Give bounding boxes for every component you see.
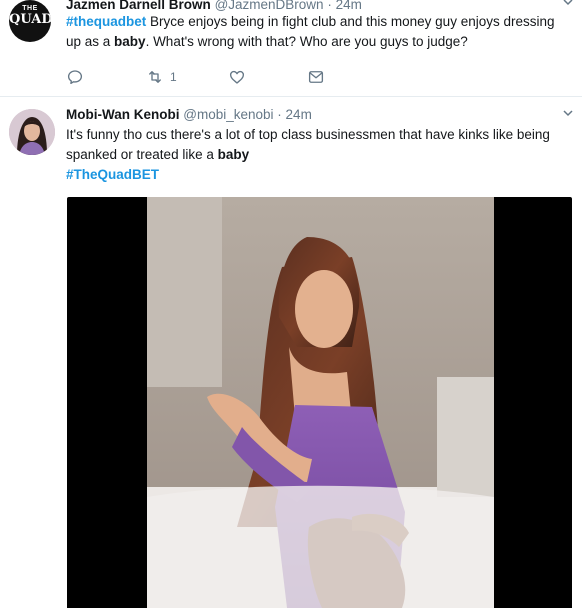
embedded-media[interactable]	[67, 197, 572, 608]
direct-message-button[interactable]	[307, 67, 325, 87]
tweet-header: Jazmen Darnell Brown @JazmenDBrown · 24m	[66, 0, 362, 12]
media-scene	[147, 197, 494, 608]
chevron-down-icon[interactable]	[562, 107, 574, 122]
tweet-text-segment: It's funny tho cus there's a lot of top …	[66, 127, 550, 162]
tweet[interactable]: Mobi-Wan Kenobi @mobi_kenobi · 24m It's …	[0, 97, 582, 608]
avatar[interactable]: THE QUAD	[9, 0, 51, 42]
author-handle[interactable]: @JazmenDBrown	[215, 0, 324, 12]
author-handle[interactable]: @mobi_kenobi	[183, 107, 273, 122]
logo-small-text: THE	[22, 5, 38, 12]
retweet-button[interactable]: 1	[146, 67, 177, 87]
tweet-text: It's funny tho cus there's a lot of top …	[66, 125, 571, 185]
woman-in-purple-dress-image	[147, 197, 494, 608]
author-name[interactable]: Mobi-Wan Kenobi	[66, 107, 179, 122]
tweet-header: Mobi-Wan Kenobi @mobi_kenobi · 24m	[66, 107, 312, 122]
reply-button[interactable]	[66, 67, 84, 87]
author-name[interactable]: Jazmen Darnell Brown	[66, 0, 211, 12]
direct-message-icon	[308, 71, 324, 83]
avatar[interactable]	[9, 109, 55, 155]
logo-main-text: QUAD	[9, 12, 51, 27]
separator-dot: ·	[327, 0, 332, 12]
retweet-icon	[149, 71, 161, 83]
like-icon	[229, 70, 245, 84]
tweet-actions: 1	[66, 67, 366, 87]
tweet-text: #thequadbet Bryce enjoys being in fight …	[66, 12, 566, 52]
bold-keyword: baby	[217, 147, 250, 162]
quad-logo: THE QUAD	[9, 0, 51, 42]
chevron-down-icon[interactable]	[562, 0, 574, 11]
hashtag-link[interactable]: #TheQuadBET	[66, 167, 159, 182]
retweet-count: 1	[170, 70, 177, 84]
hashtag-link[interactable]: #thequadbet	[66, 14, 146, 29]
reply-icon	[67, 70, 83, 85]
like-button[interactable]	[228, 67, 246, 87]
tweet-text-segment: . What's wrong with that? Who are you gu…	[145, 34, 468, 49]
timestamp[interactable]: 24m	[286, 107, 312, 122]
separator-dot: ·	[277, 107, 282, 122]
timestamp[interactable]: 24m	[336, 0, 362, 12]
tweet[interactable]: THE QUAD Jazmen Darnell Brown @JazmenDBr…	[0, 0, 582, 97]
avatar-portrait-image	[9, 109, 55, 155]
bold-keyword: baby	[114, 34, 146, 49]
